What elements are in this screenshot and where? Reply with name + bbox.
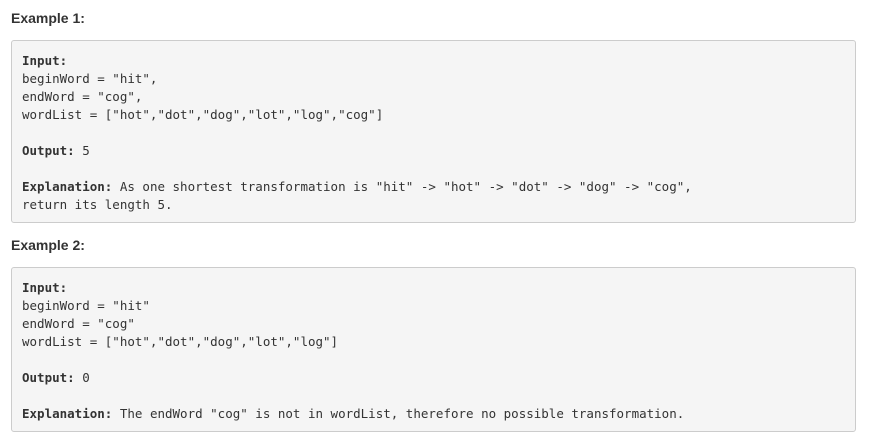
explanation-line: Explanation: The endWord "cog" is not in… xyxy=(22,405,845,423)
input-label: Input: xyxy=(22,53,68,68)
input-label-line: Input: xyxy=(22,52,845,70)
explanation-text: The endWord "cog" is not in wordList, th… xyxy=(112,406,685,421)
input-end-word: endWord = "cog", xyxy=(22,89,143,104)
explanation-text-continued: return its length 5. xyxy=(22,197,173,212)
example-2-heading: Example 2: xyxy=(11,237,85,253)
input-label: Input: xyxy=(22,280,68,295)
explanation-line: Explanation: As one shortest transformat… xyxy=(22,178,845,196)
example-2-code-block: Input: beginWord = "hit" endWord = "cog"… xyxy=(11,267,856,432)
input-end-word: endWord = "cog" xyxy=(22,316,135,331)
output-value: 0 xyxy=(74,370,90,385)
explanation-label: Explanation: xyxy=(22,406,113,421)
output-value: 5 xyxy=(74,143,90,158)
input-word-list: wordList = ["hot","dot","dog","lot","log… xyxy=(22,107,384,122)
explanation-text: As one shortest transformation is "hit" … xyxy=(112,179,692,194)
example-1-code-block: Input: beginWord = "hit", endWord = "cog… xyxy=(11,40,856,223)
example-1-heading: Example 1: xyxy=(11,10,85,26)
output-line: Output: 5 xyxy=(22,142,845,160)
output-line: Output: 0 xyxy=(22,369,845,387)
input-label-line: Input: xyxy=(22,279,845,297)
input-word-list: wordList = ["hot","dot","dog","lot","log… xyxy=(22,334,339,349)
input-begin-word: beginWord = "hit" xyxy=(22,298,150,313)
explanation-label: Explanation: xyxy=(22,179,113,194)
input-begin-word: beginWord = "hit", xyxy=(22,71,158,86)
output-label: Output: xyxy=(22,370,75,385)
output-label: Output: xyxy=(22,143,75,158)
